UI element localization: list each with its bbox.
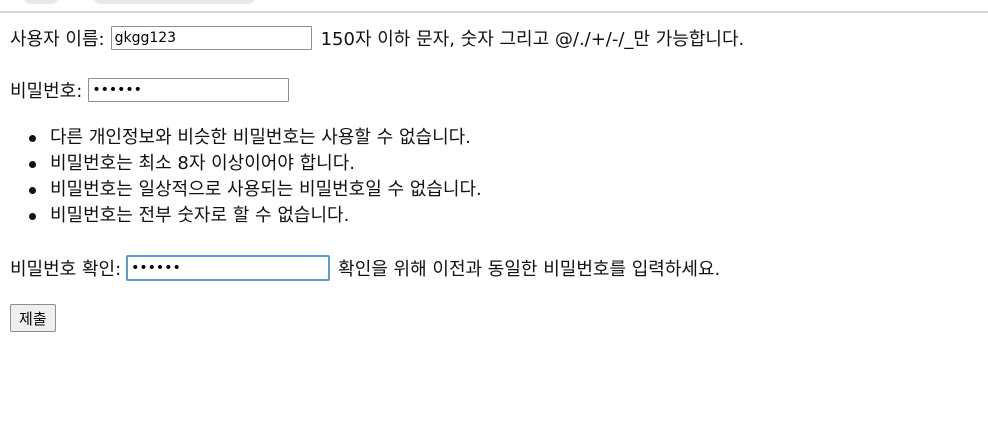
password-confirm-label: 비밀번호 확인: <box>10 259 122 280</box>
username-input[interactable] <box>110 26 312 50</box>
browser-tab[interactable] <box>22 0 60 4</box>
list-item: 다른 개인정보와 비슷한 비밀번호는 사용할 수 없습니다. <box>29 125 482 151</box>
list-item: 비밀번호는 최소 8자 이상이어야 합니다. <box>29 151 482 177</box>
browser-tab[interactable] <box>92 0 257 4</box>
username-label: 사용자 이름: <box>10 29 105 50</box>
password-confirm-help-text: 확인을 위해 이전과 동일한 비밀번호를 입력하세요. <box>338 259 721 280</box>
password-confirm-input[interactable] <box>127 256 330 280</box>
browser-top-strip <box>0 0 988 13</box>
list-item: 비밀번호는 일상적으로 사용되는 비밀번호일 수 없습니다. <box>29 177 482 203</box>
username-help-text: 150자 이하 문자, 숫자 그리고 @/./+/-/_만 가능합니다. <box>320 29 745 50</box>
password-confirm-row: 비밀번호 확인: 확인을 위해 이전과 동일한 비밀번호를 입력하세요. <box>10 254 720 282</box>
submit-button[interactable]: 제출 <box>10 304 56 332</box>
username-row: 사용자 이름: 150자 이하 문자, 숫자 그리고 @/./+/-/_만 가능… <box>10 24 744 52</box>
password-rules-list: 다른 개인정보와 비슷한 비밀번호는 사용할 수 없습니다. 비밀번호는 최소 … <box>10 125 482 229</box>
password-label: 비밀번호: <box>10 81 83 102</box>
list-item: 비밀번호는 전부 숫자로 할 수 없습니다. <box>29 203 482 229</box>
password-row: 비밀번호: <box>10 76 290 104</box>
password-input[interactable] <box>88 78 290 102</box>
